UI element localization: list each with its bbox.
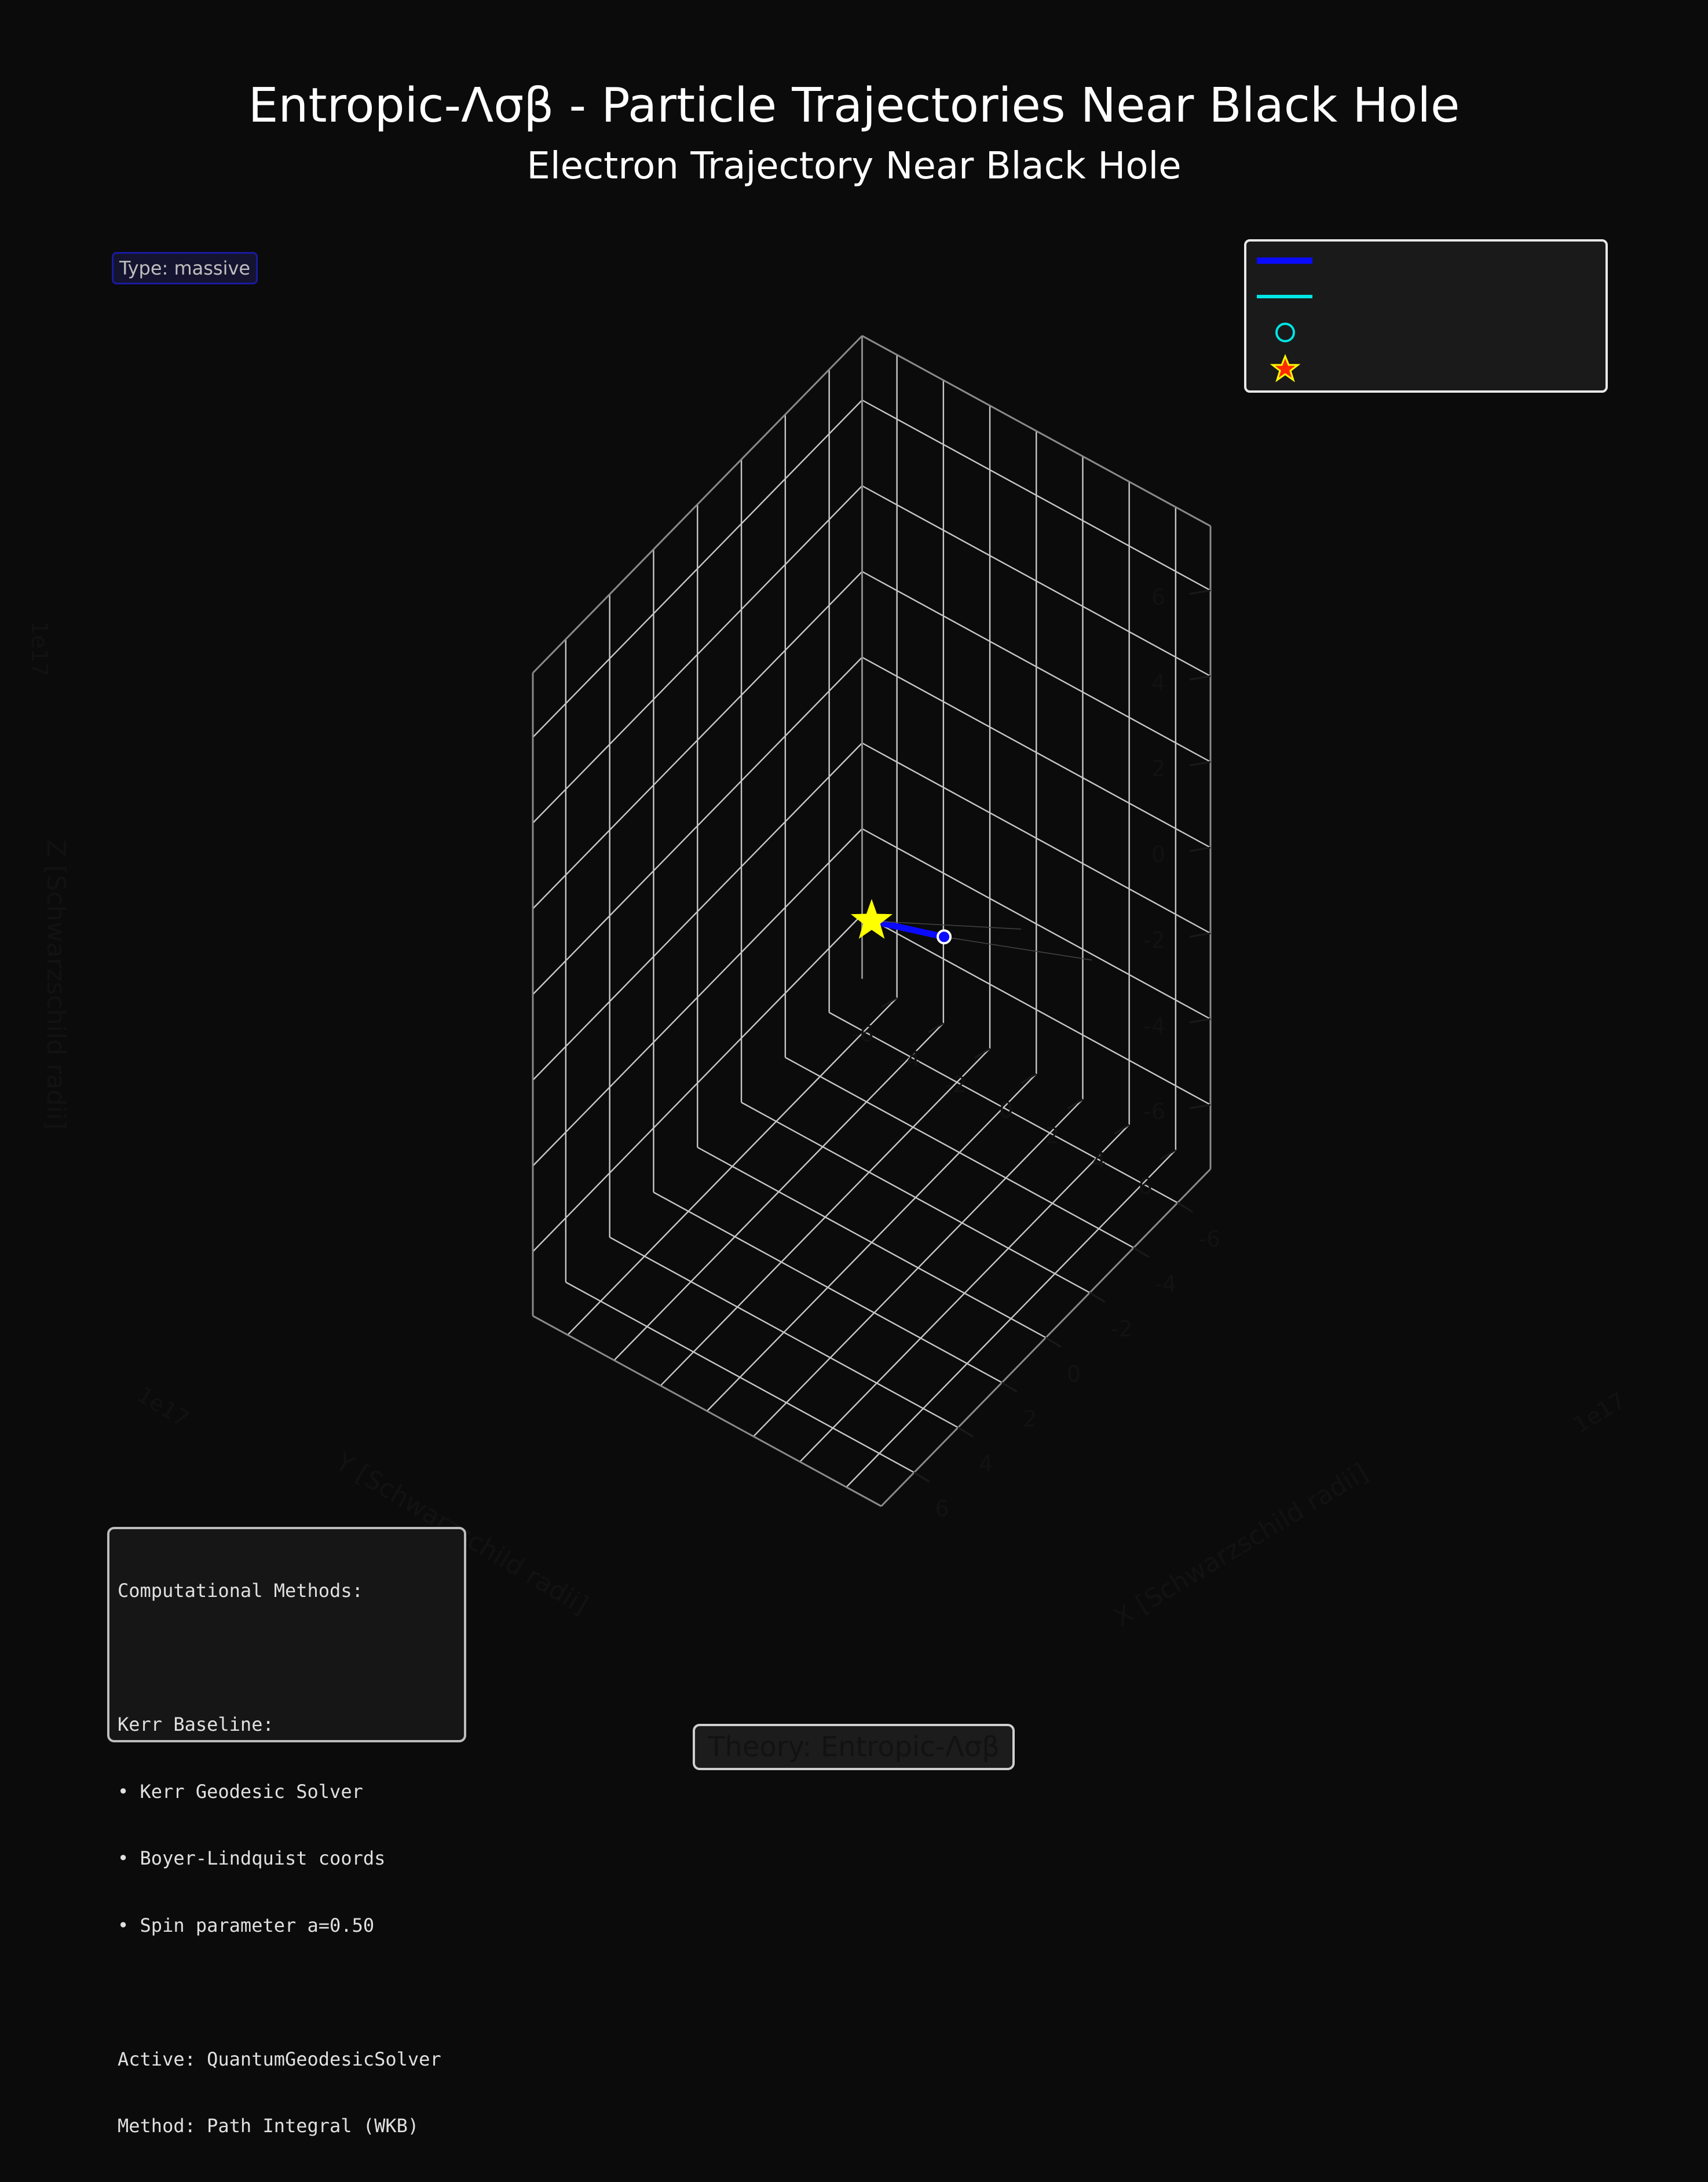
y-tick-label: 2 [1045,1123,1059,1148]
y-tick-label: -4 [898,1047,920,1072]
x-tick-label: 6 [935,1496,949,1522]
x-tick-label: -2 [1111,1316,1133,1342]
z-tick-mark [1189,589,1211,595]
x-tick-mark [1177,1202,1193,1213]
z-tick-mark [1189,1018,1211,1024]
x-tick-label: 2 [1023,1406,1037,1431]
methods-line: Computational Methods: [118,1580,363,1602]
x-tick-label: -4 [1154,1271,1176,1297]
trajectory-end-point [937,929,952,945]
grid-line [609,1236,959,1428]
figure: Entropic-Λσβ - Particle Trajectories Nea… [0,0,1708,2137]
grid-line [799,1124,1130,1463]
trajectory-shadow [943,936,1092,961]
z-tick-label: -6 [1143,1099,1165,1124]
legend-item-event-horizon: Event Horizon [1246,313,1605,349]
z-tick-label: 2 [1151,756,1165,781]
z-scale-label: 1e17 [27,621,52,677]
x-tick-mark [1089,1292,1106,1303]
methods-line [118,1647,456,1669]
line-swatch-icon [1257,295,1312,298]
z-tick-label: 4 [1151,670,1165,696]
legend-item-kerr: Kerr - Electron [1246,277,1605,313]
z-tick-label: -2 [1143,927,1165,953]
grid-line [653,1191,1003,1383]
methods-line: Active: QuantumGeodesicSolver [118,2048,441,2070]
z-tick-label: 0 [1151,842,1165,867]
legend-label: Kerr - Electron [1324,282,1494,310]
y-tick-label: 6 [1139,1174,1153,1199]
x-tick-mark [957,1427,974,1438]
z-tick-mark [1189,675,1211,681]
computational-methods-box: Computational Methods: Kerr Baseline: • … [107,1527,466,2137]
legend-item-entropic: Entropic-Λσβ - Electron [1246,242,1605,277]
x-axis-label: X [Schwarzschild radii] [1109,1458,1373,1633]
methods-line: • Spin parameter a=0.50 [118,1914,375,1936]
x-tick-label: 4 [979,1451,993,1476]
y-tick-label: 0 [999,1098,1013,1123]
grid-line [753,1098,1084,1437]
x-tick-mark [1133,1247,1150,1258]
methods-line: • Kerr Geodesic Solver [118,1780,363,1803]
z-tick-label: -4 [1143,1013,1165,1039]
z-tick-label: 6 [1151,584,1165,610]
legend-item-singularity: Singularity [1246,349,1605,385]
theory-label-box: Theory: Entropic-Λσβ [693,1724,1015,1770]
z-tick-mark [1189,932,1211,938]
x-tick-label: 0 [1067,1361,1081,1387]
x-scale-label: 1e17 [1569,1387,1630,1438]
z-tick-mark [1189,761,1211,766]
x-tick-label: -6 [1198,1226,1220,1252]
star-marker-icon [1270,353,1301,382]
methods-line: Method: Path Integral (WKB) [118,2115,419,2137]
methods-line: Kerr Baseline: [118,1713,274,1735]
line-swatch-icon [1257,257,1312,264]
singularity-marker [850,898,893,939]
z-axis-label: Z [Schwarzschild radii] [41,839,71,1130]
circle-marker-icon [1275,323,1295,342]
methods-line [118,1981,456,2004]
x-tick-mark [913,1471,930,1483]
legend-label: Singularity [1324,354,1452,382]
y-scale-label: 1e17 [133,1381,193,1432]
legend-label: Event Horizon [1324,318,1491,346]
grid-line [706,1073,1037,1412]
legend-label: Entropic-Λσβ - Electron [1324,246,1598,274]
z-tick-mark [1189,846,1211,852]
pane-edge [532,1315,882,1507]
series-layer [850,898,1092,961]
grid-line [565,1281,915,1474]
x-tick-mark [1001,1381,1018,1393]
y-tick-label: 4 [1092,1148,1106,1174]
x-tick-mark [1045,1336,1062,1348]
y-tick-label: -2 [945,1072,967,1098]
y-tick-label: -6 [852,1021,874,1047]
z-tick-mark [1189,1103,1211,1109]
legend: Entropic-Λσβ - Electron Kerr - Electron … [1244,239,1608,393]
